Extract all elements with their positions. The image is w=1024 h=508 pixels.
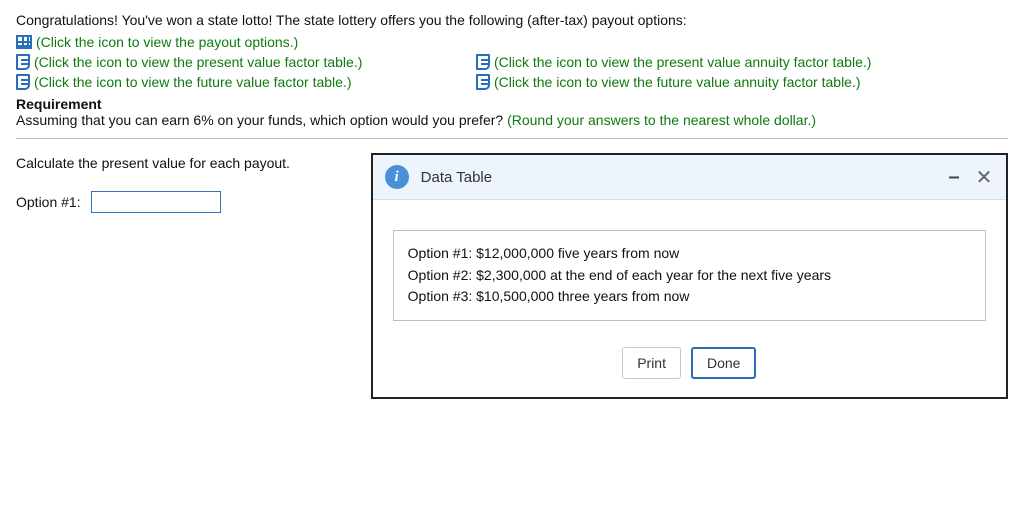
calc-prompt: Calculate the present value for each pay… [16,155,371,171]
link-fv-factor[interactable]: (Click the icon to view the future value… [34,74,351,90]
option1-label: Option #1: [16,194,81,210]
print-button[interactable]: Print [622,347,681,379]
minimize-icon[interactable]: – [944,167,964,187]
done-button[interactable]: Done [691,347,756,379]
data-row: Option #2: $2,300,000 at the end of each… [408,265,971,287]
link-pv-annuity[interactable]: (Click the icon to view the present valu… [494,54,871,70]
link-pv-factor[interactable]: (Click the icon to view the present valu… [34,54,362,70]
info-icon: i [385,165,409,189]
sheet-icon[interactable] [476,74,490,90]
option1-input[interactable] [91,191,221,213]
divider [16,138,1008,139]
requirement-text: Assuming that you can earn 6% on your fu… [16,112,507,128]
sheet-icon[interactable] [476,54,490,70]
intro-text: Congratulations! You've won a state lott… [16,12,1008,28]
data-row: Option #3: $10,500,000 three years from … [408,286,971,308]
data-box: Option #1: $12,000,000 five years from n… [393,230,986,321]
data-row: Option #1: $12,000,000 five years from n… [408,243,971,265]
requirement-label: Requirement [16,96,1008,112]
data-table-modal: i Data Table – ✕ Option #1: $12,000,000 … [371,153,1008,399]
link-payout-options[interactable]: (Click the icon to view the payout optio… [36,34,298,50]
sheet-icon[interactable] [16,74,30,90]
close-icon[interactable]: ✕ [974,167,994,187]
requirement-hint: (Round your answers to the nearest whole… [507,112,816,128]
link-fv-annuity[interactable]: (Click the icon to view the future value… [494,74,861,90]
modal-title: Data Table [421,169,492,186]
grid-icon[interactable] [16,35,32,49]
sheet-icon[interactable] [16,54,30,70]
